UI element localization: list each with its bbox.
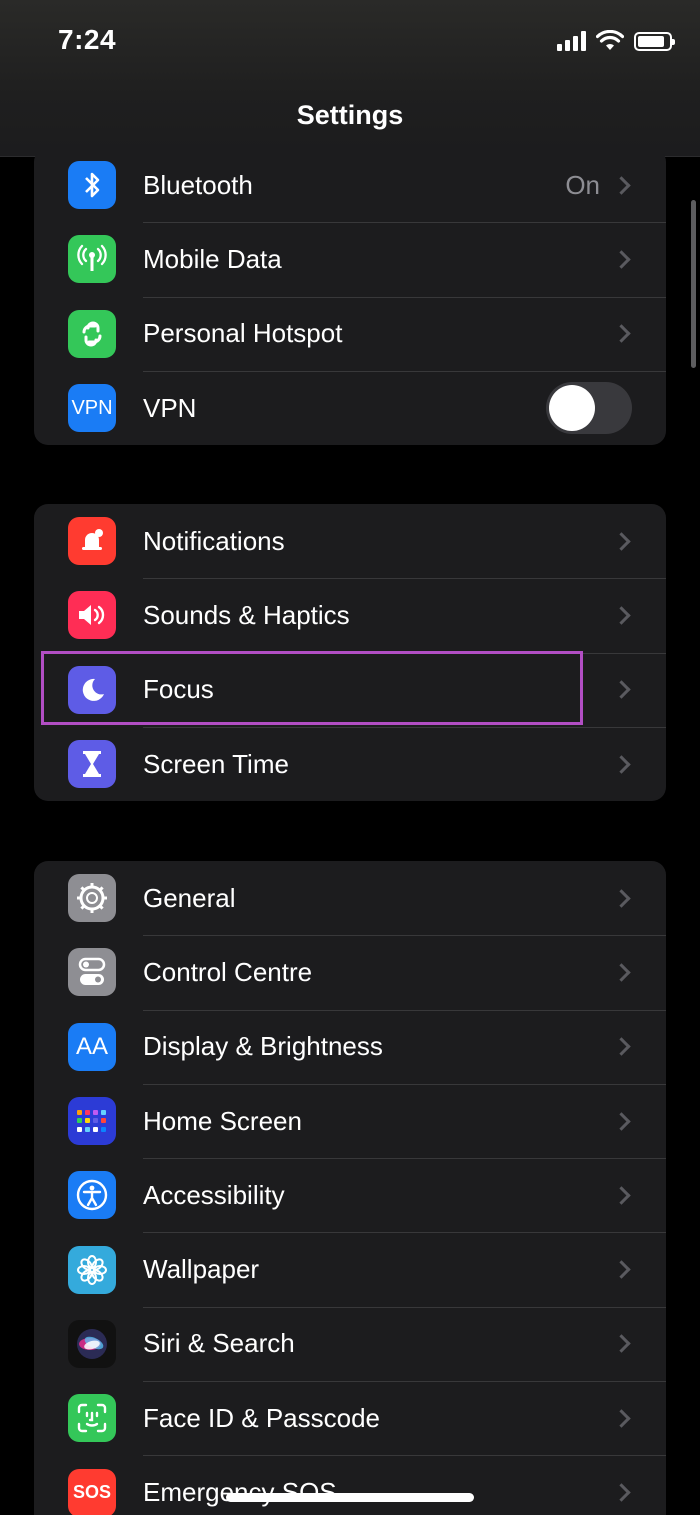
chevron-right-icon <box>612 680 631 699</box>
status-time: 7:24 <box>58 24 117 55</box>
chevron-right-icon <box>612 1186 631 1205</box>
home-screen-icon <box>68 1097 116 1146</box>
row-label: Mobile Data <box>143 243 282 274</box>
siri-icon <box>68 1319 116 1368</box>
page-title: Settings <box>296 100 404 130</box>
connectivity-group: Bluetooth On Mobile Data Personal Hotspo… <box>34 148 666 446</box>
flower-icon <box>68 1245 116 1294</box>
vpn-toggle[interactable] <box>546 382 632 435</box>
display-icon: AA <box>68 1022 116 1071</box>
row-label: Personal Hotspot <box>143 318 343 349</box>
row-general[interactable]: General <box>34 861 666 935</box>
row-wallpaper[interactable]: Wallpaper <box>34 1232 666 1306</box>
chevron-right-icon <box>612 250 631 269</box>
switches-icon <box>68 948 116 997</box>
chevron-right-icon <box>612 963 631 982</box>
row-screen-time[interactable]: Screen Time <box>34 726 666 801</box>
row-label: Sounds & Haptics <box>143 599 350 630</box>
row-home-screen[interactable]: Home Screen <box>34 1083 666 1158</box>
chevron-right-icon <box>612 888 631 908</box>
row-siri-search[interactable]: Siri & Search <box>34 1306 666 1381</box>
row-label: General <box>143 882 236 913</box>
chevron-right-icon <box>612 1037 631 1056</box>
chevron-right-icon <box>612 754 631 774</box>
home-indicator[interactable] <box>226 1493 474 1502</box>
battery-icon <box>634 31 675 51</box>
vpn-icon: VPN <box>68 384 116 433</box>
row-label: VPN <box>143 392 197 423</box>
row-label: Display & Brightness <box>143 1031 383 1062</box>
chevron-right-icon <box>612 606 631 625</box>
row-label: Siri & Search <box>143 1328 295 1359</box>
notifications-icon <box>68 517 116 566</box>
chevron-right-icon <box>612 175 631 195</box>
row-label: Screen Time <box>143 748 289 779</box>
speaker-icon <box>68 591 116 640</box>
row-notifications[interactable]: Notifications <box>34 504 666 578</box>
row-label: Wallpaper <box>143 1254 260 1285</box>
status-bar: 7:24 Settings <box>0 0 700 157</box>
focus-highlight-box <box>41 651 583 725</box>
wifi-icon <box>596 30 624 50</box>
chevron-right-icon <box>612 1111 631 1131</box>
row-personal-hotspot[interactable]: Personal Hotspot <box>34 296 666 371</box>
row-vpn: VPN VPN <box>34 370 666 445</box>
row-control-centre[interactable]: Control Centre <box>34 935 666 1009</box>
row-mobile-data[interactable]: Mobile Data <box>34 222 666 296</box>
chevron-right-icon <box>612 324 631 343</box>
row-label: Control Centre <box>143 956 313 987</box>
hourglass-icon <box>68 740 116 789</box>
antenna-icon <box>68 235 116 284</box>
row-display-brightness[interactable]: AA Display & Brightness <box>34 1009 666 1084</box>
row-label: Face ID & Passcode <box>143 1402 380 1433</box>
chevron-right-icon <box>612 1483 631 1502</box>
row-label: Bluetooth <box>143 169 253 200</box>
scrollbar[interactable] <box>691 200 696 368</box>
row-bluetooth[interactable]: Bluetooth On <box>34 148 666 222</box>
face-id-icon <box>68 1394 116 1443</box>
bluetooth-status: On <box>565 169 600 200</box>
row-face-id-passcode[interactable]: Face ID & Passcode <box>34 1381 666 1455</box>
bluetooth-icon <box>68 161 116 210</box>
row-label: Notifications <box>143 525 285 556</box>
chevron-right-icon <box>612 531 631 551</box>
general-group: General Control Centre AA Display & Brig… <box>34 861 666 1515</box>
cellular-signal-icon <box>557 31 586 51</box>
row-accessibility[interactable]: Accessibility <box>34 1158 666 1232</box>
status-icons <box>557 30 675 52</box>
row-label: Accessibility <box>143 1179 285 1210</box>
accessibility-icon <box>68 1171 116 1220</box>
chevron-right-icon <box>612 1260 631 1279</box>
hotspot-icon <box>68 309 116 358</box>
row-label: Home Screen <box>143 1105 302 1136</box>
chevron-right-icon <box>612 1409 631 1428</box>
sos-icon: SOS <box>68 1468 116 1515</box>
row-sounds-haptics[interactable]: Sounds & Haptics <box>34 578 666 652</box>
gear-icon <box>68 874 116 923</box>
row-emergency-sos[interactable]: SOS Emergency SOS <box>34 1455 666 1515</box>
chevron-right-icon <box>612 1334 631 1354</box>
